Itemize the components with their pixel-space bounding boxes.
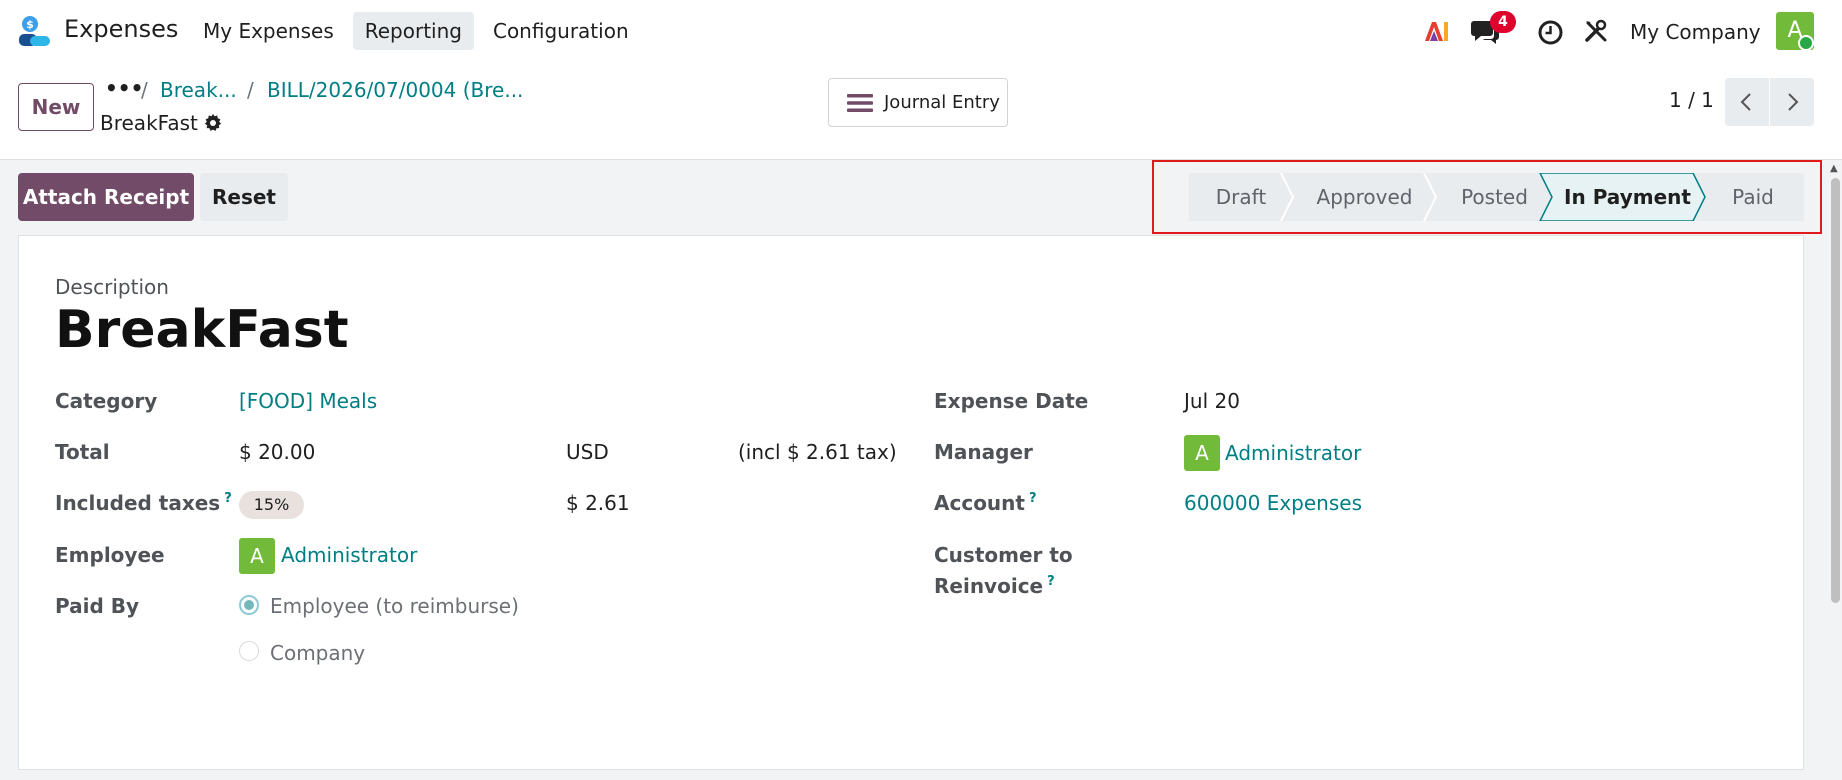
manager-label: Manager (934, 440, 1033, 464)
stage-posted[interactable]: Posted (1436, 173, 1553, 221)
breadcrumb-separator: / (141, 78, 148, 102)
category-value[interactable]: [FOOD] Meals (239, 389, 377, 413)
paid-by-employee-radio[interactable] (239, 595, 259, 615)
expense-date-value[interactable]: Jul 20 (1184, 389, 1240, 413)
ai-icon[interactable] (1423, 20, 1449, 42)
journal-entry-label: Journal Entry (884, 92, 1000, 113)
tax-amount: $ 2.61 (566, 491, 630, 515)
scroll-up-arrow-icon[interactable]: ▲ (1830, 163, 1838, 174)
expenses-app-icon[interactable]: $ (17, 14, 51, 48)
help-icon[interactable]: ? (1047, 574, 1055, 589)
journal-entry-button[interactable]: Journal Entry (828, 78, 1008, 127)
status-bar: Draft Approved Posted In Payment Paid (1189, 173, 1804, 221)
top-navbar: $ Expenses My Expenses Reporting Configu… (0, 0, 1842, 62)
pager-next-button[interactable] (1770, 78, 1814, 126)
pager-value[interactable]: 1 / 1 (1669, 88, 1714, 112)
employee-value[interactable]: Administrator (281, 543, 417, 567)
menu-lines-icon (847, 94, 873, 112)
gear-icon[interactable] (203, 113, 223, 133)
pager-previous-button[interactable] (1725, 78, 1769, 126)
attach-receipt-button[interactable]: Attach Receipt (18, 173, 194, 221)
tax-tag[interactable]: 15% (239, 491, 304, 519)
stage-approved[interactable]: Approved (1293, 173, 1436, 221)
stage-in-payment[interactable]: In Payment (1553, 173, 1702, 221)
paid-by-company-radio[interactable] (239, 641, 259, 661)
main-menu: My Expenses Reporting Configuration (191, 12, 648, 50)
employee-avatar: A (239, 538, 275, 574)
account-value[interactable]: 600000 Expenses (1184, 491, 1362, 515)
breadcrumb-separator: / (247, 78, 254, 102)
expense-date-label: Expense Date (934, 389, 1089, 413)
help-icon[interactable]: ? (224, 491, 232, 506)
account-label: Account? (934, 491, 1037, 515)
activity-clock-icon[interactable] (1538, 20, 1563, 45)
stage-paid[interactable]: Paid (1702, 173, 1804, 221)
breadcrumb-bill[interactable]: BILL/2026/07/0004 (Bre... (267, 78, 523, 102)
currency-value[interactable]: USD (566, 440, 609, 464)
breadcrumb-more[interactable]: ••• (105, 76, 143, 100)
manager-value[interactable]: Administrator (1225, 441, 1361, 465)
paid-by-company-label[interactable]: Company (270, 641, 365, 665)
messages-count-badge: 4 (1490, 11, 1516, 33)
record-title: BreakFast (100, 111, 198, 135)
manager-avatar: A (1184, 435, 1220, 471)
description-label: Description (55, 275, 169, 299)
online-status-dot (1798, 35, 1814, 51)
menu-reporting[interactable]: Reporting (352, 12, 474, 50)
app-name[interactable]: Expenses (64, 15, 178, 43)
included-taxes-label: Included taxes? (55, 491, 232, 515)
tools-icon[interactable] (1584, 19, 1608, 43)
total-label: Total (55, 440, 110, 464)
breadcrumb-expense-report[interactable]: Break... (160, 78, 237, 102)
tax-note: (incl $ 2.61 tax) (738, 440, 897, 464)
total-value[interactable]: $ 20.00 (239, 440, 315, 464)
paid-by-label: Paid By (55, 594, 140, 618)
customer-to-reinvoice-label-line1: Customer to (934, 543, 1073, 567)
description-value[interactable]: BreakFast (55, 300, 349, 360)
control-panel: New ••• / Break... / BILL/2026/07/0004 (… (0, 62, 1842, 160)
paid-by-employee-label[interactable]: Employee (to reimburse) (270, 594, 519, 618)
chevron-left-icon (1740, 93, 1751, 111)
category-label: Category (55, 389, 158, 413)
menu-my-expenses[interactable]: My Expenses (191, 12, 346, 50)
svg-text:$: $ (26, 18, 34, 31)
company-switcher[interactable]: My Company (1630, 20, 1761, 44)
new-button[interactable]: New (18, 83, 94, 131)
chevron-right-icon (1788, 93, 1799, 111)
scrollbar-thumb[interactable] (1831, 178, 1840, 603)
customer-to-reinvoice-label-line2: Reinvoice? (934, 574, 1055, 598)
menu-configuration[interactable]: Configuration (481, 12, 641, 50)
employee-label: Employee (55, 543, 165, 567)
stage-draft[interactable]: Draft (1189, 173, 1293, 221)
help-icon[interactable]: ? (1029, 491, 1037, 506)
reset-button[interactable]: Reset (200, 173, 288, 221)
